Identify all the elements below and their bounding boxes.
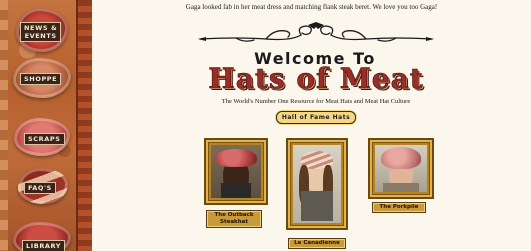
ornamental-flourish [198, 22, 434, 42]
hall-of-fame-button[interactable]: Hall of Fame Hats [276, 111, 356, 124]
nav-library-label: Library [26, 242, 62, 250]
hat-nameplate-porkpile: The Porkpile [372, 202, 426, 213]
hat-name-outback-2: Steakhat [220, 219, 248, 225]
nav-library[interactable]: Library [22, 240, 66, 251]
le-canadienne-photo[interactable] [293, 145, 341, 223]
hat-nameplate-outback: The Outback Steakhat [206, 210, 262, 228]
hat-name-porkpile: The Porkpile [379, 204, 419, 210]
outback-steakhat-photo[interactable] [211, 145, 261, 198]
nav-news-events-label-2: Events [24, 32, 57, 40]
hat-photo-frame-outback[interactable] [204, 138, 268, 205]
hat-name-outback-1: The Outback [214, 212, 254, 218]
nav-faqs[interactable]: FAQ'S [24, 182, 56, 194]
nav-shoppe-label: Shoppe [24, 75, 58, 83]
nav-news-events-label-1: News & [24, 24, 58, 32]
sidebar-texture [0, 0, 8, 251]
hat-photo-frame-canadienne[interactable] [286, 138, 348, 230]
nav-shoppe[interactable]: Shoppe [20, 73, 62, 85]
nav-news-events[interactable]: News & Events [20, 22, 62, 42]
announcement-text: Gaga looked fab in her meat dress and ma… [185, 3, 438, 11]
sidebar-nav: News & Events Shoppe Scraps FAQ'S Librar… [0, 0, 92, 251]
site-tagline: The World's Number One Resource for Meat… [221, 98, 411, 105]
hat-nameplate-canadienne: Le Canadienne [288, 238, 346, 249]
nav-faqs-label: FAQ'S [28, 184, 52, 192]
site-title: Hats of Meat [208, 62, 424, 96]
hat-name-canadienne: Le Canadienne [294, 240, 340, 246]
nav-scraps[interactable]: Scraps [24, 133, 65, 145]
sidebar-scalloped-edge [76, 0, 92, 251]
nav-scraps-label: Scraps [28, 135, 61, 143]
hat-photo-frame-porkpile[interactable] [368, 138, 434, 199]
porkpile-photo[interactable] [375, 145, 427, 192]
